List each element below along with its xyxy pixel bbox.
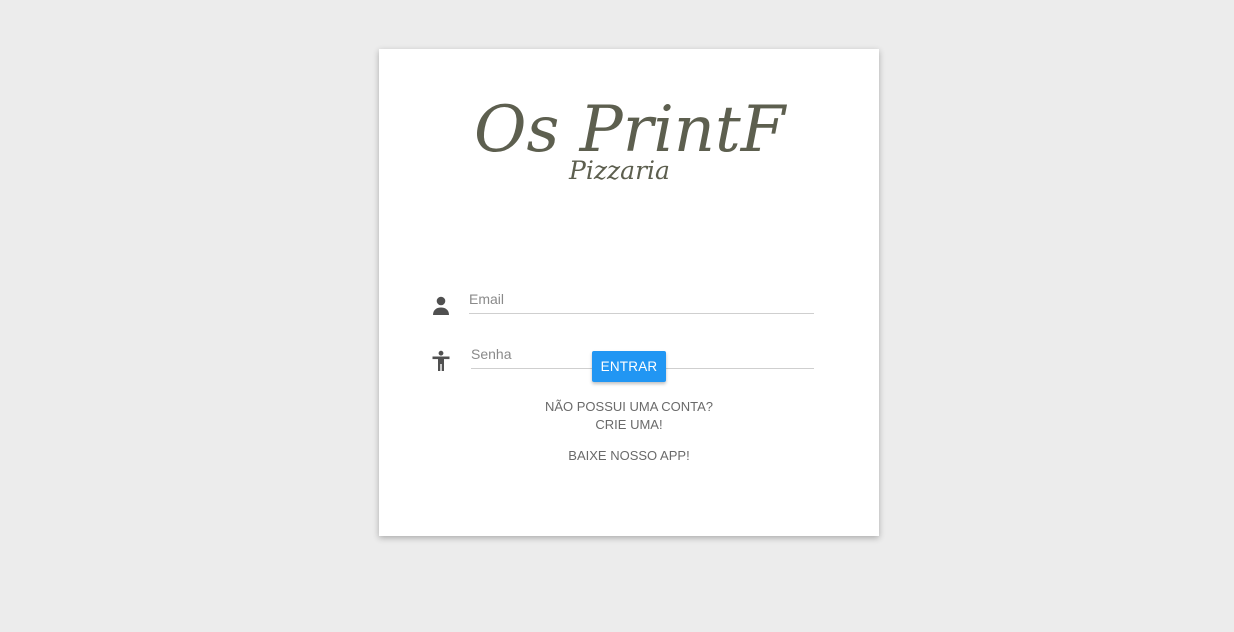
accessibility-icon: [431, 350, 451, 372]
brand-logo: Os PrintF Pizzaria: [474, 79, 794, 189]
signup-link[interactable]: NÃO POSSUI UMA CONTA? CRIE UMA!: [379, 398, 879, 434]
download-app-link[interactable]: BAIXE NOSSO APP!: [379, 447, 879, 465]
login-button[interactable]: ENTRAR: [592, 351, 666, 382]
login-card: Os PrintF Pizzaria ENTRAR NÃO POSSUI UMA: [379, 49, 879, 536]
email-field-group: [431, 281, 815, 321]
logo-sub-text: Pizzaria: [568, 156, 670, 185]
email-input[interactable]: [469, 285, 814, 314]
signup-line-2: CRIE UMA!: [595, 417, 663, 432]
signup-line-1: NÃO POSSUI UMA CONTA?: [544, 399, 714, 414]
logo-artwork: Os PrintF Pizzaria: [474, 93, 788, 185]
person-icon: [431, 295, 451, 317]
